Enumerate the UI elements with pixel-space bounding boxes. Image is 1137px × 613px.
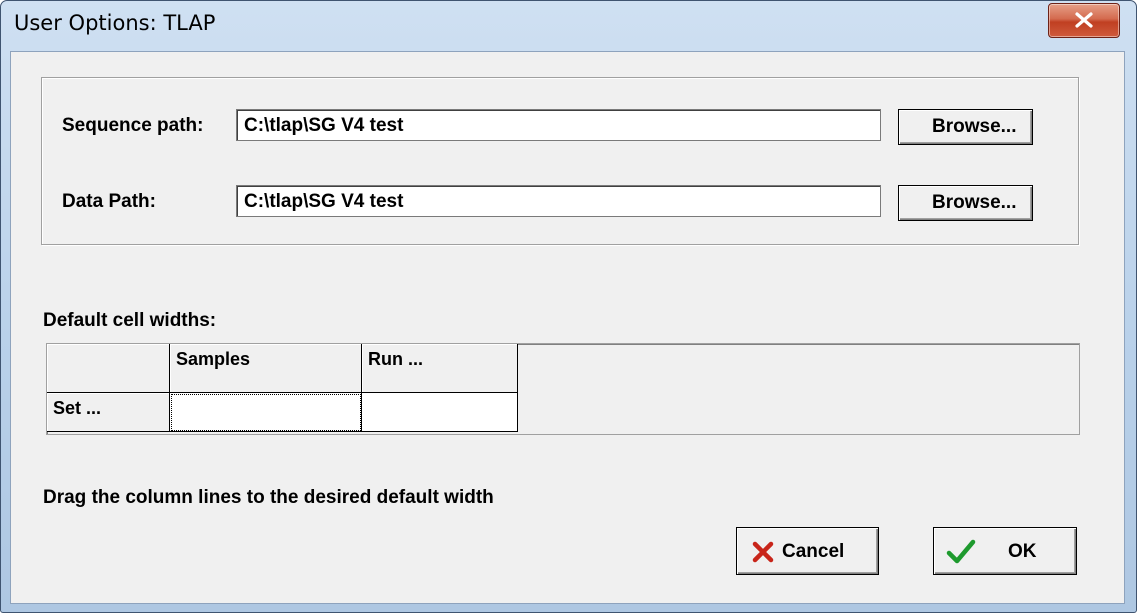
data-path-value: C:\tlap\SG V4 test	[244, 191, 404, 212]
grid-column-header-samples[interactable]: Samples	[170, 344, 362, 393]
grid-column-header-run[interactable]: Run ...	[362, 344, 518, 393]
data-path-field[interactable]: C:\tlap\SG V4 test	[236, 185, 881, 217]
data-path-label: Data Path:	[62, 191, 156, 212]
grid-row-header-set[interactable]: Set ...	[47, 393, 170, 432]
drag-hint-text: Drag the column lines to the desired def…	[43, 487, 494, 508]
cell-width-grid[interactable]: Samples Run ... Set ...	[46, 343, 1080, 435]
paths-groupbox: Sequence path: C:\tlap\SG V4 test Browse…	[41, 77, 1079, 245]
grid-cell[interactable]	[170, 393, 362, 432]
browse-button-label: Browse...	[932, 192, 1017, 213]
grid-cell[interactable]	[362, 393, 518, 432]
data-browse-button[interactable]: Browse...	[898, 185, 1033, 221]
ok-button-label: OK	[1008, 541, 1037, 562]
column-header-label: Run ...	[368, 349, 423, 369]
sequence-path-label: Sequence path:	[62, 115, 204, 136]
green-check-icon	[946, 539, 976, 564]
sequence-browse-button[interactable]: Browse...	[898, 109, 1033, 145]
sequence-path-value: C:\tlap\SG V4 test	[244, 115, 404, 136]
browse-button-label: Browse...	[932, 116, 1017, 137]
window-title: User Options: TLAP	[14, 11, 216, 35]
row-header-label: Set ...	[53, 398, 102, 418]
column-header-label: Samples	[176, 349, 251, 369]
cancel-button-label: Cancel	[782, 541, 845, 562]
close-x-icon	[1075, 12, 1093, 28]
close-button[interactable]	[1048, 3, 1120, 38]
dialog-body: Sequence path: C:\tlap\SG V4 test Browse…	[10, 51, 1125, 604]
cell-widths-heading: Default cell widths:	[43, 310, 217, 331]
red-x-icon	[752, 541, 774, 563]
dialog-window: User Options: TLAP Sequence path: C:\tla…	[0, 0, 1137, 613]
title-bar[interactable]: User Options: TLAP	[1, 1, 1136, 51]
grid-corner-header	[47, 344, 170, 393]
ok-button[interactable]: OK	[933, 527, 1077, 575]
cancel-button[interactable]: Cancel	[736, 527, 879, 575]
sequence-path-field[interactable]: C:\tlap\SG V4 test	[236, 109, 881, 141]
